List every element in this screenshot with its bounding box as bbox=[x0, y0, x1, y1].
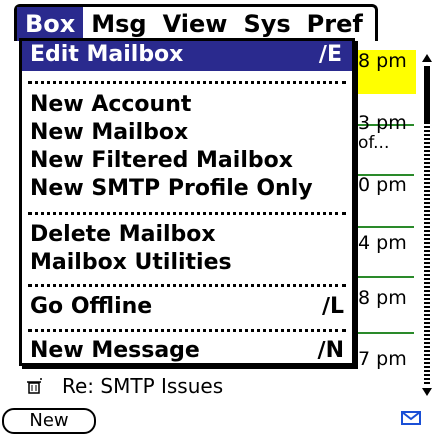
menu-item-new-account[interactable]: New Account bbox=[30, 91, 346, 119]
menu-separator bbox=[28, 81, 346, 84]
menu-bar: Box Msg View Sys Pref bbox=[14, 4, 378, 41]
message-time[interactable]: 7 pm bbox=[356, 348, 416, 370]
menu-msg[interactable]: Msg bbox=[83, 7, 154, 41]
scroll-up-arrow-icon[interactable] bbox=[422, 54, 432, 62]
message-row[interactable]: Re: SMTP Issues bbox=[26, 372, 416, 400]
menu-item-label: New Account bbox=[30, 92, 192, 117]
message-time[interactable]: 4 pm bbox=[356, 232, 416, 254]
menu-item-new-filtered-mailbox[interactable]: New Filtered Mailbox bbox=[30, 147, 346, 175]
menu-sys[interactable]: Sys bbox=[235, 7, 298, 41]
message-time[interactable]: 0 pm bbox=[356, 174, 416, 196]
new-button[interactable]: New bbox=[2, 408, 96, 434]
menu-item-go-offline[interactable]: Go Offline ∕L bbox=[30, 293, 346, 321]
menu-item-shortcut: ∕N bbox=[317, 338, 344, 363]
menu-view[interactable]: View bbox=[155, 7, 236, 41]
scrollbar-track[interactable] bbox=[424, 122, 430, 384]
menu-item-label: New SMTP Profile Only bbox=[30, 176, 313, 201]
menu-item-label: Delete Mailbox bbox=[30, 222, 216, 247]
menu-item-label: Edit Mailbox bbox=[30, 42, 184, 67]
menu-item-shortcut: ∕L bbox=[321, 294, 344, 319]
message-time-column: 8 pm 3 pm of... 0 pm 4 pm 8 pm 7 pm bbox=[356, 50, 416, 378]
row-divider bbox=[356, 332, 414, 334]
message-subject: Re: SMTP Issues bbox=[62, 374, 224, 398]
menu-item-edit-mailbox[interactable]: Edit Mailbox ∕E bbox=[22, 41, 352, 71]
menu-pref[interactable]: Pref bbox=[299, 7, 371, 41]
menu-item-label: Mailbox Utilities bbox=[30, 250, 232, 275]
menu-item-new-mailbox[interactable]: New Mailbox bbox=[30, 119, 346, 147]
menu-item-label: New Mailbox bbox=[30, 120, 189, 145]
menu-item-label: Go Offline bbox=[30, 294, 153, 319]
row-divider bbox=[356, 276, 414, 278]
menu-separator bbox=[28, 212, 346, 215]
scroll-down-arrow-icon[interactable] bbox=[422, 388, 432, 396]
menu-item-new-message[interactable]: New Message ∕N bbox=[30, 337, 346, 365]
message-time[interactable]: 8 pm bbox=[356, 50, 416, 94]
message-time[interactable]: of... bbox=[356, 132, 416, 154]
menu-item-new-smtp-profile-only[interactable]: New SMTP Profile Only bbox=[30, 175, 346, 203]
box-menu-dropdown: Edit Mailbox ∕E New Account New Mailbox … bbox=[19, 38, 355, 366]
message-time[interactable]: 8 pm bbox=[356, 287, 416, 309]
menu-item-label: New Message bbox=[30, 338, 200, 363]
menu-item-label: New Filtered Mailbox bbox=[30, 148, 293, 173]
menu-separator bbox=[28, 329, 346, 332]
message-time[interactable]: 3 pm bbox=[356, 112, 416, 134]
trash-envelope-icon bbox=[27, 378, 42, 394]
row-divider bbox=[356, 226, 414, 228]
menu-item-delete-mailbox[interactable]: Delete Mailbox bbox=[30, 221, 346, 249]
menu-item-shortcut: ∕E bbox=[318, 42, 342, 67]
menu-item-mailbox-utilities[interactable]: Mailbox Utilities bbox=[30, 249, 346, 277]
mail-app-screen: 8 pm 3 pm of... 0 pm 4 pm 8 pm 7 pm Re: … bbox=[0, 0, 435, 436]
scrollbar-thumb[interactable] bbox=[424, 66, 430, 122]
menu-box[interactable]: Box bbox=[17, 7, 84, 41]
envelope-icon[interactable] bbox=[401, 411, 421, 425]
menu-separator bbox=[28, 284, 346, 287]
